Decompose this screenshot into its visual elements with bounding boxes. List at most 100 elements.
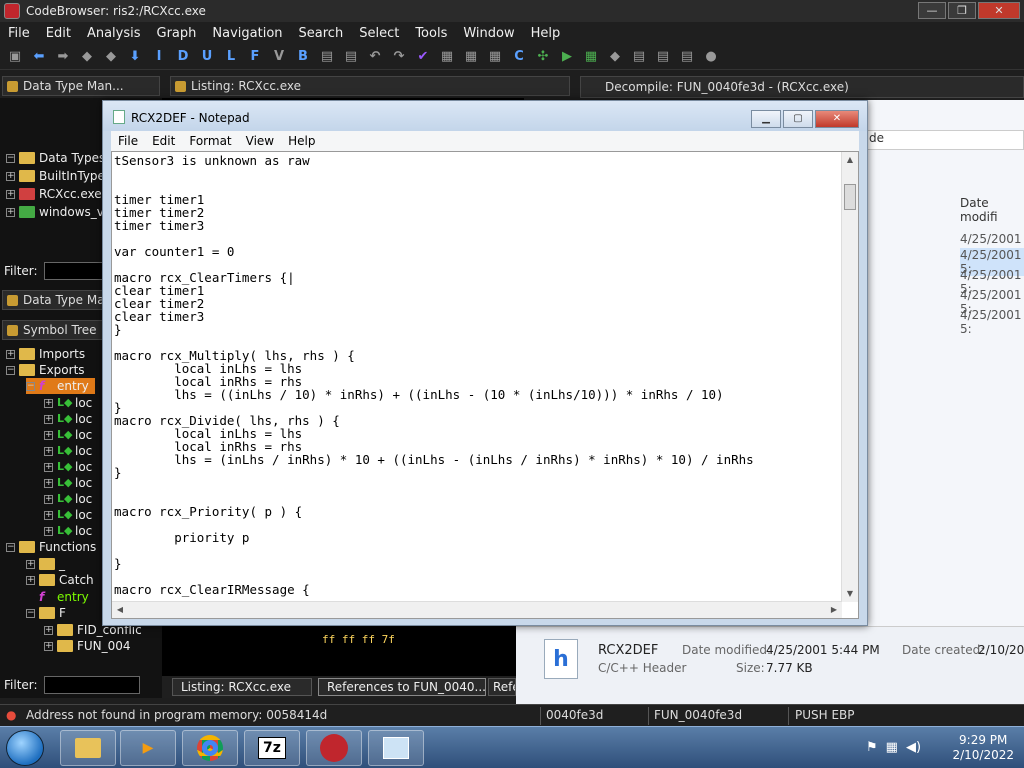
np-menu-file[interactable]: File: [111, 134, 145, 148]
save-icon[interactable]: ▣: [6, 48, 24, 66]
tree-local[interactable]: + L◆ loc: [44, 491, 92, 507]
volume-icon[interactable]: ◀): [906, 740, 921, 755]
notepad-minimize-button[interactable]: ▁: [751, 110, 781, 128]
network-warning-icon[interactable]: ⚑: [866, 740, 878, 755]
bottom-tab-listing[interactable]: Listing: RCXcc.exe: [172, 678, 312, 696]
clock[interactable]: 9:29 PM 2/10/2022: [952, 733, 1014, 763]
np-menu-view[interactable]: View: [239, 134, 281, 148]
notepad-titlebar[interactable]: RCX2DEF - Notepad ▁ ▢ ✕: [103, 101, 867, 131]
notepad-text-area[interactable]: tSensor3 is unknown as raw timer timer1 t…: [114, 152, 842, 600]
vertical-scrollbar[interactable]: ▲ ▼: [841, 152, 858, 602]
scroll-up-icon[interactable]: ▲: [842, 152, 858, 168]
tool-icon-4[interactable]: ▤: [630, 48, 648, 66]
menu-tools[interactable]: Tools: [407, 26, 455, 41]
tree-windows[interactable]: + windows_v: [6, 204, 104, 220]
date-modified-header[interactable]: Date modifi: [960, 196, 1024, 224]
tree-data-types[interactable]: − Data Types: [6, 150, 105, 166]
window-icon-3[interactable]: ▦: [486, 48, 504, 66]
minimize-button[interactable]: —: [918, 2, 946, 19]
toolbar-d[interactable]: D: [174, 48, 192, 66]
ghidra-icon[interactable]: [306, 730, 362, 766]
nav-icon[interactable]: ◆: [78, 48, 96, 66]
tree-exports[interactable]: − Exports: [6, 362, 85, 378]
np-menu-format[interactable]: Format: [182, 134, 238, 148]
memory-icon[interactable]: ▦: [582, 48, 600, 66]
toolbar-l[interactable]: L: [222, 48, 240, 66]
notepad-maximize-button[interactable]: ▢: [783, 110, 813, 128]
np-menu-help[interactable]: Help: [281, 134, 322, 148]
cg-icon[interactable]: C: [510, 48, 528, 66]
menu-search[interactable]: Search: [291, 26, 352, 41]
scroll-right-icon[interactable]: ▶: [826, 602, 842, 618]
window-icon-2[interactable]: ▦: [462, 48, 480, 66]
tree-imports[interactable]: + Imports: [6, 346, 85, 362]
menu-edit[interactable]: Edit: [38, 26, 79, 41]
tree-entry-selected[interactable]: − f entry: [26, 378, 95, 394]
start-button[interactable]: [6, 730, 44, 766]
menu-graph[interactable]: Graph: [149, 26, 205, 41]
tree-rcxcc[interactable]: + RCXcc.exe: [6, 186, 102, 202]
tree-local[interactable]: + L◆ loc: [44, 475, 92, 491]
close-button[interactable]: ✕: [978, 2, 1020, 19]
scroll-down-icon[interactable]: ▼: [842, 586, 858, 602]
file-row-date[interactable]: 4/25/2001 5:: [960, 308, 1024, 336]
help-icon[interactable]: ●: [702, 48, 720, 66]
menu-analysis[interactable]: Analysis: [79, 26, 149, 41]
tool-icon-2[interactable]: ▤: [342, 48, 360, 66]
7zip-icon[interactable]: 7z: [244, 730, 300, 766]
check-icon[interactable]: ✔: [414, 48, 432, 66]
undo-icon[interactable]: ↶: [366, 48, 384, 66]
nav-icon-2[interactable]: ◆: [102, 48, 120, 66]
toolbar-b[interactable]: B: [294, 48, 312, 66]
bottom-tab-references[interactable]: References to FUN_0040...: [318, 678, 486, 696]
tree-local[interactable]: + L◆ loc: [44, 427, 92, 443]
explorer-search-input[interactable]: de: [866, 130, 1024, 150]
graph-icon[interactable]: ✣: [534, 48, 552, 66]
menu-select[interactable]: Select: [351, 26, 407, 41]
toolbar-v[interactable]: V: [270, 48, 288, 66]
back-arrow-icon[interactable]: ⬅: [30, 48, 48, 66]
tool-icon[interactable]: ▤: [318, 48, 336, 66]
tree-builtin[interactable]: + BuiltInType: [6, 168, 105, 184]
tab-data-type-manager[interactable]: Data Type Man...: [2, 76, 160, 96]
explorer-icon[interactable]: [60, 730, 116, 766]
tool-icon-6[interactable]: ▤: [678, 48, 696, 66]
toolbar-u[interactable]: U: [198, 48, 216, 66]
tab-decompile[interactable]: Decompile: FUN_0040fe3d - (RCXcc.exe): [605, 80, 849, 94]
down-arrow-icon[interactable]: ⬇: [126, 48, 144, 66]
tree-local[interactable]: + L◆ loc: [44, 395, 92, 411]
run-icon[interactable]: ▶: [558, 48, 576, 66]
menu-file[interactable]: File: [0, 26, 38, 41]
redo-icon[interactable]: ↷: [390, 48, 408, 66]
tree-local[interactable]: + L◆ loc: [44, 411, 92, 427]
tree-func-catch[interactable]: + Catch: [26, 572, 94, 588]
notepad-close-button[interactable]: ✕: [815, 110, 859, 128]
notepad-icon[interactable]: [368, 730, 424, 766]
tree-local[interactable]: + L◆ loc: [44, 443, 92, 459]
notepad-editor[interactable]: tSensor3 is unknown as raw timer timer1 t…: [111, 151, 859, 619]
window-icon[interactable]: ▦: [438, 48, 456, 66]
tab-listing[interactable]: Listing: RCXcc.exe: [170, 76, 570, 96]
tree-func-underscore[interactable]: + _: [26, 556, 65, 572]
maximize-button[interactable]: ❐: [948, 2, 976, 19]
scroll-thumb[interactable]: [844, 184, 856, 210]
bottom-tab-refe[interactable]: Refe: [488, 678, 516, 696]
scroll-left-icon[interactable]: ◀: [112, 602, 128, 618]
tree-local[interactable]: + L◆ loc: [44, 523, 92, 539]
menu-window[interactable]: Window: [455, 26, 522, 41]
menu-navigation[interactable]: Navigation: [204, 26, 290, 41]
forward-arrow-icon[interactable]: ➡: [54, 48, 72, 66]
menu-help[interactable]: Help: [523, 26, 569, 41]
chrome-icon[interactable]: [182, 730, 238, 766]
horizontal-scrollbar[interactable]: ◀ ▶: [112, 601, 842, 618]
tree-func-f[interactable]: − F: [26, 605, 66, 621]
tool-icon-5[interactable]: ▤: [654, 48, 672, 66]
network-icon[interactable]: ▦: [886, 740, 898, 755]
toolbar-f[interactable]: F: [246, 48, 264, 66]
np-menu-edit[interactable]: Edit: [145, 134, 182, 148]
tree-local[interactable]: + L◆ loc: [44, 459, 92, 475]
media-player-icon[interactable]: ▶: [120, 730, 176, 766]
symbol-filter-input[interactable]: [43, 676, 140, 694]
tree-fun-004[interactable]: + FUN_004: [44, 638, 131, 654]
tool-icon-3[interactable]: ◆: [606, 48, 624, 66]
